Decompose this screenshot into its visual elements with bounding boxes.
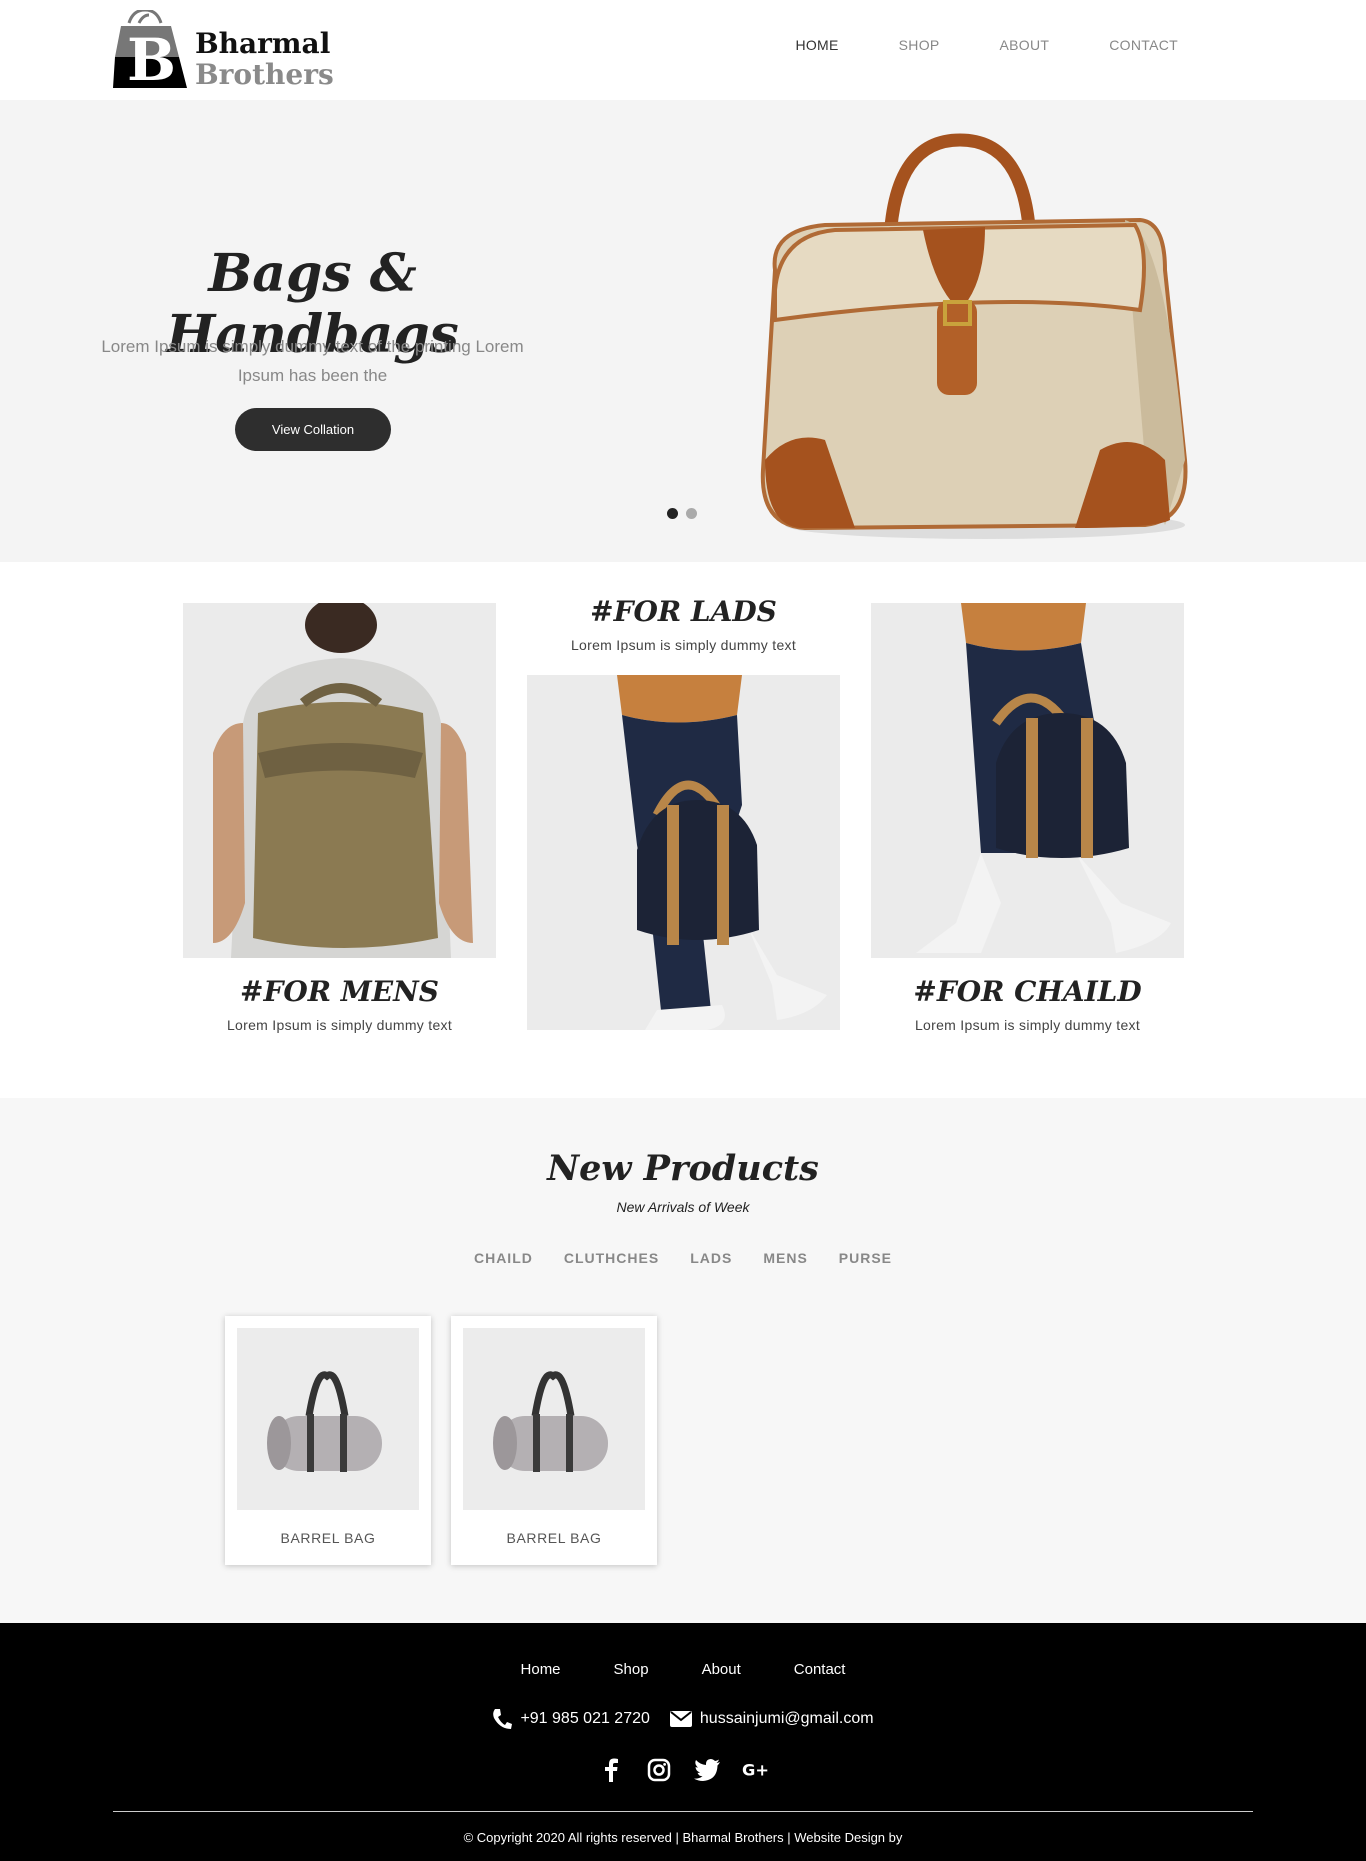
footer-divider	[113, 1811, 1253, 1812]
category-chaild-title[interactable]: #FOR CHAILD	[871, 975, 1184, 1008]
footer-nav-about[interactable]: About	[702, 1661, 741, 1678]
footer-nav: Home Shop About Contact	[0, 1661, 1366, 1678]
nav-about[interactable]: ABOUT	[1000, 37, 1050, 53]
phone-icon	[493, 1709, 513, 1729]
new-products-title: New Products	[547, 1148, 819, 1189]
filter-lads[interactable]: LADS	[690, 1250, 732, 1266]
footer-copyright: © Copyright 2020 All rights reserved | B…	[463, 1830, 903, 1845]
product-image[interactable]	[463, 1328, 645, 1510]
new-products-section: New Products New Arrivals of Week CHAILD…	[0, 1098, 1366, 1623]
category-lads-title[interactable]: #FOR LADS	[527, 595, 840, 628]
category-lads-image[interactable]	[527, 675, 840, 1030]
envelope-icon	[669, 1711, 692, 1727]
footer-nav-contact[interactable]: Contact	[794, 1661, 846, 1678]
nav-shop[interactable]: SHOP	[899, 37, 940, 53]
category-chaild-text: Lorem Ipsum is simply dummy text	[914, 1017, 1141, 1033]
hero-handbag-image	[760, 133, 1188, 539]
filter-chaild[interactable]: CHAILD	[474, 1250, 533, 1266]
slider-dot-2[interactable]	[686, 508, 697, 519]
footer-social: G+	[0, 1757, 1366, 1783]
category-mens-image[interactable]	[183, 603, 496, 958]
main-nav: HOME SHOP ABOUT CONTACT	[735, 37, 1178, 53]
google-plus-icon[interactable]: G+	[742, 1757, 768, 1783]
nav-home[interactable]: HOME	[795, 37, 838, 53]
product-card[interactable]: BARREL BAG	[225, 1316, 431, 1565]
footer-phone-number: +91 985 021 2720	[520, 1710, 650, 1727]
instagram-icon[interactable]	[646, 1757, 672, 1783]
filter-purse[interactable]: PURSE	[839, 1250, 892, 1266]
brand-line2: Brothers	[195, 58, 334, 91]
brand-name: Bharmal Brothers	[195, 28, 334, 90]
slider-dot-1[interactable]	[667, 508, 678, 519]
hero-slider: Bags & Handbags Lorem Ipsum is simply du…	[0, 100, 1366, 562]
brand-logo[interactable]: B Bharmal Brothers	[113, 8, 334, 94]
shopping-bag-logo-icon: B	[113, 8, 187, 94]
twitter-icon[interactable]	[694, 1757, 720, 1783]
footer-email[interactable]: hussainjumi@gmail.com	[669, 1710, 874, 1728]
footer-nav-home[interactable]: Home	[521, 1661, 561, 1678]
brand-line1: Bharmal	[195, 27, 331, 60]
site-header: B Bharmal Brothers HOME SHOP ABOUT CONTA…	[0, 0, 1366, 100]
barrel-bag-photo	[267, 1371, 382, 1472]
duffel-bag-photo-1	[527, 675, 840, 1030]
footer-contact: +91 985 021 2720 hussainjumi@gmail.com	[0, 1708, 1366, 1730]
view-collection-button[interactable]: View Collation	[235, 408, 391, 451]
footer-nav-shop[interactable]: Shop	[614, 1661, 649, 1678]
filter-cluthches[interactable]: CLUTHCHES	[564, 1250, 659, 1266]
svg-text:G+: G+	[742, 1761, 768, 1780]
duffel-bag-photo-2	[871, 603, 1184, 958]
category-lads-text: Lorem Ipsum is simply dummy text	[570, 637, 797, 653]
category-mens-title[interactable]: #FOR MENS	[183, 975, 496, 1008]
nav-contact[interactable]: CONTACT	[1109, 37, 1178, 53]
category-mens-text: Lorem Ipsum is simply dummy text	[226, 1017, 453, 1033]
facebook-icon[interactable]	[598, 1757, 624, 1783]
product-card[interactable]: BARREL BAG	[451, 1316, 657, 1565]
filter-mens[interactable]: MENS	[763, 1250, 807, 1266]
hero-text: Lorem Ipsum is simply dummy text of the …	[101, 337, 524, 385]
footer-phone[interactable]: +91 985 021 2720	[492, 1708, 650, 1730]
site-footer: Home Shop About Contact +91 985 021 2720…	[0, 1623, 1366, 1861]
product-filter-tabs: CHAILD CLUTHCHES LADS MENS PURSE	[0, 1250, 1366, 1266]
product-name[interactable]: BARREL BAG	[451, 1530, 657, 1546]
product-image[interactable]	[237, 1328, 419, 1510]
product-name[interactable]: BARREL BAG	[225, 1530, 431, 1546]
footer-email-address: hussainjumi@gmail.com	[699, 1710, 874, 1727]
slider-dots	[667, 508, 697, 519]
barrel-bag-photo	[493, 1371, 608, 1472]
new-products-subtitle: New Arrivals of Week	[616, 1199, 750, 1215]
category-chaild-image[interactable]	[871, 603, 1184, 958]
backpack-photo	[183, 603, 496, 958]
svg-text:B: B	[127, 26, 176, 92]
